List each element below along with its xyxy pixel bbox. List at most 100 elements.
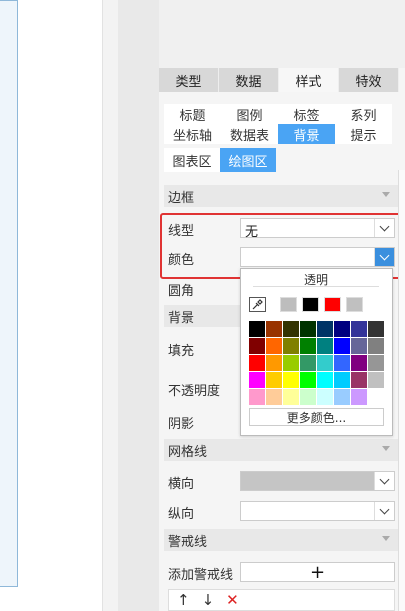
warning-toolbar: ↑ ↓ ✕ bbox=[168, 589, 395, 611]
palette-swatch[interactable] bbox=[283, 389, 299, 405]
panel-gutter bbox=[118, 0, 159, 611]
horizontal-gridline-select[interactable] bbox=[240, 471, 395, 491]
palette-swatch[interactable] bbox=[334, 372, 350, 388]
recent-swatch[interactable] bbox=[302, 297, 319, 312]
rounded-label: 圆角 bbox=[168, 284, 195, 299]
palette-swatch[interactable] bbox=[283, 355, 299, 371]
eyedropper-icon[interactable] bbox=[249, 297, 266, 312]
palette-swatch[interactable] bbox=[266, 389, 282, 405]
palette-swatch[interactable] bbox=[317, 372, 333, 388]
palette-swatch[interactable] bbox=[283, 372, 299, 388]
collapse-caret-icon bbox=[382, 536, 390, 541]
plus-icon: + bbox=[309, 561, 326, 583]
collapse-caret-icon bbox=[382, 192, 390, 197]
subtab-background[interactable]: 背景 bbox=[278, 124, 335, 144]
add-warning-button[interactable]: + bbox=[240, 561, 395, 583]
move-up-icon[interactable]: ↑ bbox=[177, 591, 190, 609]
color-picker-popup: 透明 更多颜色... bbox=[240, 268, 393, 436]
color-palette bbox=[249, 321, 384, 405]
palette-swatch[interactable] bbox=[368, 389, 384, 405]
tab-style[interactable]: 样式 bbox=[279, 68, 339, 92]
palette-swatch[interactable] bbox=[249, 389, 265, 405]
more-colors-button[interactable]: 更多颜色... bbox=[249, 408, 384, 426]
subtab-datatable[interactable]: 数据表 bbox=[221, 124, 278, 144]
section-warning-title: 警戒线 bbox=[168, 534, 208, 550]
palette-swatch[interactable] bbox=[249, 321, 265, 337]
fill-label: 填充 bbox=[168, 344, 195, 359]
palette-swatch[interactable] bbox=[249, 355, 265, 371]
main-tabs: 类型 数据 样式 特效 bbox=[159, 68, 399, 92]
palette-swatch[interactable] bbox=[300, 389, 316, 405]
subtab-label[interactable]: 标签 bbox=[278, 104, 335, 124]
vertical-label: 纵向 bbox=[168, 507, 195, 522]
palette-swatch[interactable] bbox=[368, 372, 384, 388]
palette-swatch[interactable] bbox=[283, 321, 299, 337]
chevron-down-icon[interactable] bbox=[374, 472, 394, 490]
tab-effects[interactable]: 特效 bbox=[339, 68, 399, 92]
canvas-area bbox=[0, 0, 118, 611]
style-sub-tabs: 标题 图例 标签 系列 坐标轴 数据表 背景 提示 bbox=[164, 104, 392, 144]
subtab-tooltip[interactable]: 提示 bbox=[335, 124, 392, 144]
recent-swatch[interactable] bbox=[346, 297, 363, 312]
palette-swatch[interactable] bbox=[334, 389, 350, 405]
palette-swatch[interactable] bbox=[334, 338, 350, 354]
palette-swatch[interactable] bbox=[300, 355, 316, 371]
palette-swatch[interactable] bbox=[334, 321, 350, 337]
palette-swatch[interactable] bbox=[249, 372, 265, 388]
palette-swatch[interactable] bbox=[300, 321, 316, 337]
tab-type[interactable]: 类型 bbox=[159, 68, 219, 92]
palette-swatch[interactable] bbox=[351, 372, 367, 388]
palette-swatch[interactable] bbox=[317, 321, 333, 337]
transparent-option[interactable]: 透明 bbox=[253, 271, 379, 287]
horizontal-label: 横向 bbox=[168, 477, 195, 492]
tab-plot-area[interactable]: 绘图区 bbox=[220, 148, 276, 172]
section-gridlines-title: 网格线 bbox=[168, 444, 208, 460]
section-border-title: 边框 bbox=[168, 190, 195, 206]
section-background-header[interactable]: 背景 bbox=[164, 305, 240, 327]
palette-swatch[interactable] bbox=[368, 355, 384, 371]
subtab-axis[interactable]: 坐标轴 bbox=[164, 124, 221, 144]
recent-colors bbox=[249, 297, 368, 312]
palette-swatch[interactable] bbox=[317, 355, 333, 371]
palette-swatch[interactable] bbox=[266, 355, 282, 371]
subtab-title[interactable]: 标题 bbox=[164, 104, 221, 124]
palette-swatch[interactable] bbox=[351, 355, 367, 371]
palette-swatch[interactable] bbox=[368, 338, 384, 354]
palette-swatch[interactable] bbox=[283, 338, 299, 354]
panel-header-space bbox=[159, 0, 405, 68]
add-warning-label: 添加警戒线 bbox=[168, 568, 234, 583]
palette-swatch[interactable] bbox=[351, 321, 367, 337]
tab-data[interactable]: 数据 bbox=[219, 68, 279, 92]
palette-swatch[interactable] bbox=[300, 338, 316, 354]
palette-swatch[interactable] bbox=[317, 389, 333, 405]
recent-swatch[interactable] bbox=[280, 297, 297, 312]
section-gridlines-header[interactable]: 网格线 bbox=[164, 439, 398, 461]
collapse-caret-icon bbox=[382, 446, 390, 451]
vertical-gridline-select[interactable] bbox=[240, 501, 395, 521]
section-border-header[interactable]: 边框 bbox=[164, 185, 398, 207]
palette-swatch[interactable] bbox=[266, 338, 282, 354]
palette-swatch[interactable] bbox=[351, 338, 367, 354]
palette-swatch[interactable] bbox=[334, 355, 350, 371]
subtab-legend[interactable]: 图例 bbox=[221, 104, 278, 124]
palette-swatch[interactable] bbox=[249, 338, 265, 354]
recent-swatch[interactable] bbox=[324, 297, 341, 312]
chevron-down-icon[interactable] bbox=[374, 502, 394, 520]
tab-chart-area[interactable]: 图表区 bbox=[164, 148, 220, 172]
palette-swatch[interactable] bbox=[368, 321, 384, 337]
palette-swatch[interactable] bbox=[266, 372, 282, 388]
palette-swatch[interactable] bbox=[300, 372, 316, 388]
area-tabs: 图表区 绘图区 bbox=[164, 148, 276, 172]
move-down-icon[interactable]: ↓ bbox=[202, 591, 215, 609]
palette-swatch[interactable] bbox=[266, 321, 282, 337]
subtab-series[interactable]: 系列 bbox=[335, 104, 392, 124]
panel-scrollbar[interactable] bbox=[398, 170, 405, 611]
delete-icon[interactable]: ✕ bbox=[226, 591, 239, 609]
palette-swatch[interactable] bbox=[351, 389, 367, 405]
section-background-title: 背景 bbox=[168, 310, 195, 326]
canvas-scroll-strip bbox=[102, 0, 118, 611]
section-warning-header[interactable]: 警戒线 bbox=[164, 529, 398, 551]
opacity-label: 不透明度 bbox=[168, 384, 221, 399]
chart-canvas[interactable] bbox=[0, 0, 18, 587]
palette-swatch[interactable] bbox=[317, 338, 333, 354]
